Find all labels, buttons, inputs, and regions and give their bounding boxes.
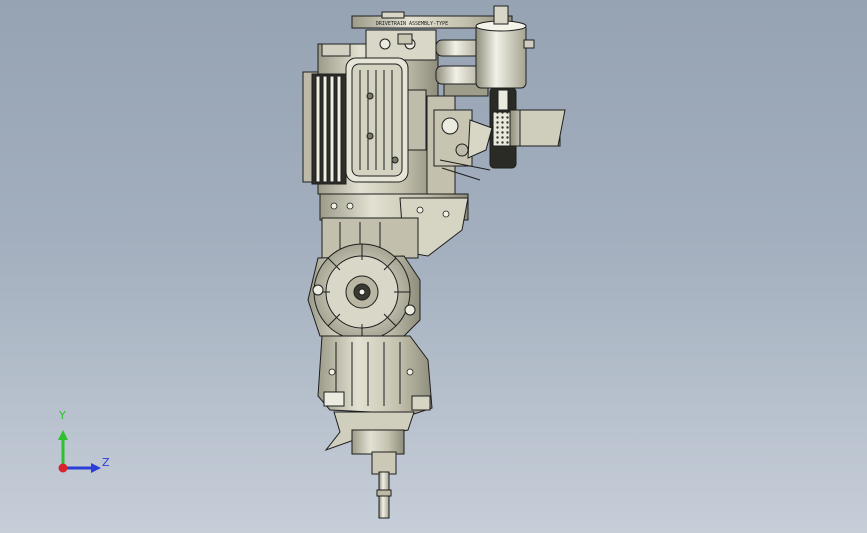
z-axis-label: Z [102,456,110,469]
output-shaft [324,411,415,519]
graphics-viewport[interactable]: DRIVETRAIN ASSEMBLY-TYPE Y Z [0,0,867,533]
x-axis-origin [58,463,68,473]
clutch-housing [307,243,421,341]
radiator-fins [311,73,347,185]
belt-guard [489,87,566,169]
y-axis-arrowhead [58,430,68,440]
z-axis-arrowhead [91,463,101,473]
y-axis-label: Y [59,409,66,422]
cad-model-view[interactable]: DRIVETRAIN ASSEMBLY-TYPE [0,0,867,533]
part-label: DRIVETRAIN ASSEMBLY-TYPE [376,21,448,27]
gearbox-lower-case [317,335,433,415]
coordinate-triad: Y Z [48,410,118,480]
